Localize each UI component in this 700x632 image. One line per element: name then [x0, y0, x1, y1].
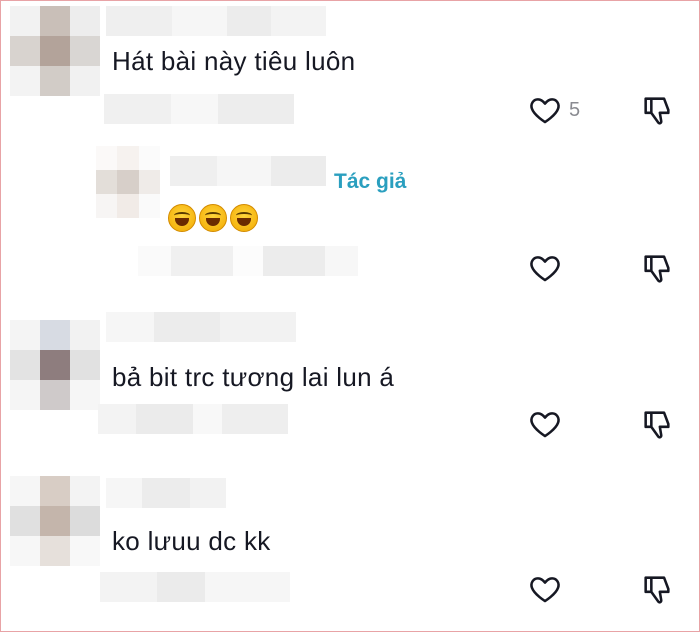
author-badge: Tác giả	[334, 170, 407, 193]
avatar[interactable]	[10, 320, 100, 410]
username-blurred[interactable]	[106, 478, 226, 508]
comment-meta-blurred	[98, 404, 288, 434]
thumbs-down-icon[interactable]	[640, 93, 674, 127]
reply-emoji-content	[168, 204, 261, 237]
comment-text: bả bit trc tương lai lun á	[112, 362, 395, 392]
heart-icon[interactable]	[528, 251, 562, 285]
heart-icon[interactable]	[528, 572, 562, 606]
laughing-emoji-icon	[230, 204, 258, 232]
comment-meta-blurred	[100, 572, 290, 602]
comment-text: ko lưuu dc kk	[112, 526, 271, 556]
reply-username-blurred[interactable]	[170, 156, 326, 186]
heart-icon[interactable]	[528, 93, 562, 127]
reply-avatar[interactable]	[96, 146, 160, 218]
username-blurred[interactable]	[106, 6, 326, 36]
comment-text: Hát bài này tiêu luôn	[112, 46, 356, 76]
avatar[interactable]	[10, 6, 100, 96]
heart-icon[interactable]	[528, 407, 562, 441]
thumbs-down-icon[interactable]	[640, 572, 674, 606]
like-count: 5	[569, 99, 581, 121]
laughing-emoji-icon	[168, 204, 196, 232]
laughing-emoji-icon	[199, 204, 227, 232]
comment-meta-blurred	[104, 94, 294, 124]
thumbs-down-icon[interactable]	[640, 251, 674, 285]
thumbs-down-icon[interactable]	[640, 407, 674, 441]
avatar[interactable]	[10, 476, 100, 566]
reply-meta-blurred	[138, 246, 358, 276]
username-blurred[interactable]	[106, 312, 296, 342]
